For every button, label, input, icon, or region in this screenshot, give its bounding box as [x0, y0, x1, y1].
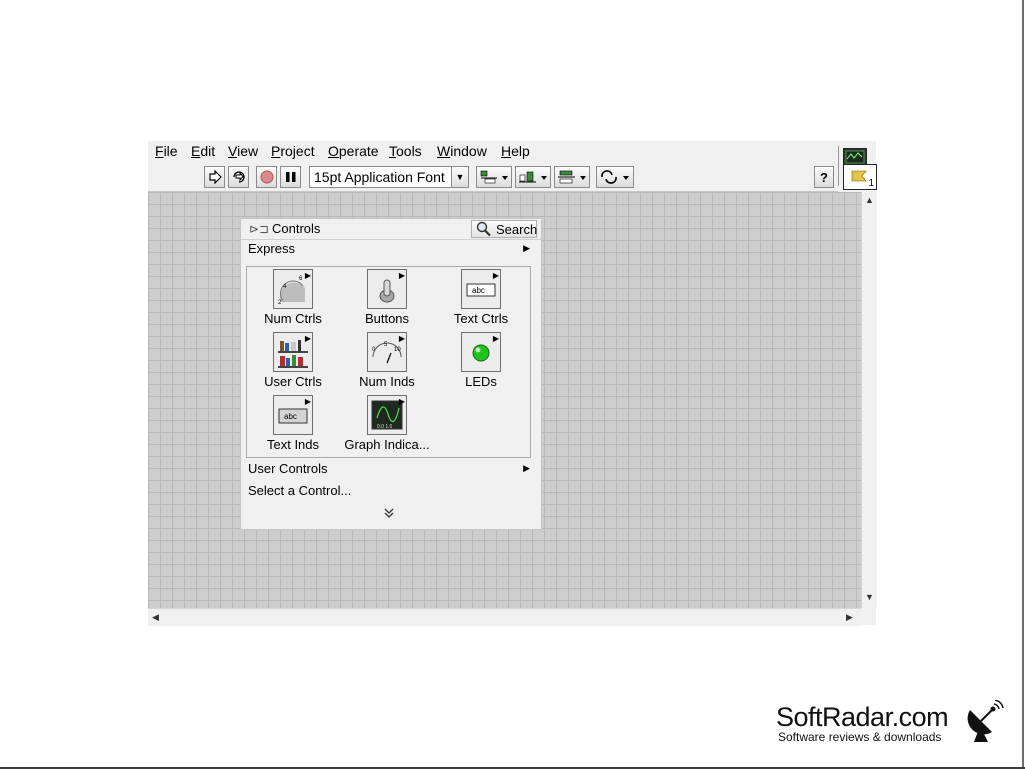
- align-icon: [479, 169, 509, 185]
- watermark-tagline: Software reviews & downloads: [778, 730, 942, 744]
- shelves-icon: ▶: [273, 332, 313, 372]
- reorder-button[interactable]: [596, 166, 634, 188]
- palette-item-num-inds[interactable]: 0 5 10 ▶ Num Inds: [341, 332, 433, 394]
- palette-item-text-inds[interactable]: abc ▶ Text Inds: [247, 395, 339, 457]
- run-continuously-button[interactable]: [228, 166, 249, 188]
- font-select-value: 15pt Application Font: [314, 169, 445, 185]
- svg-text:10: 10: [394, 347, 401, 353]
- pause-icon: [285, 171, 297, 183]
- meter-icon: 0 5 10 ▶: [367, 332, 407, 372]
- chevron-right-icon: ▶: [523, 463, 530, 473]
- connector-number: 1: [868, 178, 874, 189]
- svg-text:0.0 1.0: 0.0 1.0: [377, 424, 393, 430]
- menu-help[interactable]: Help: [501, 143, 530, 159]
- horizontal-scrollbar[interactable]: ◀ ▶: [148, 608, 861, 626]
- category-express[interactable]: Express ▶: [248, 241, 534, 256]
- run-continuously-icon: [231, 169, 247, 185]
- pin-icon[interactable]: ⊳⊐: [249, 222, 269, 236]
- scroll-right-icon[interactable]: ▶: [846, 612, 853, 623]
- toolbar: 15pt Application Font ▼ ?: [148, 163, 838, 192]
- category-user-controls[interactable]: User Controls ▶: [248, 461, 534, 476]
- submenu-arrow-icon: ▶: [304, 334, 311, 343]
- pause-button[interactable]: [280, 166, 301, 188]
- distribute-objects-button[interactable]: [515, 166, 551, 188]
- scroll-up-icon[interactable]: ▲: [865, 195, 874, 205]
- watermark-name: SoftRadar.com: [776, 702, 949, 732]
- search-label: Search: [496, 222, 538, 237]
- context-help-button[interactable]: ?: [814, 166, 834, 188]
- knob-icon: 462 ▶: [273, 269, 313, 309]
- palette-item-label: Graph Indica...: [344, 437, 430, 452]
- submenu-arrow-icon: ▶: [398, 271, 405, 280]
- satellite-dish-icon: [964, 699, 1004, 749]
- toggle-switch-icon: ▶: [367, 269, 407, 309]
- submenu-arrow-icon: ▶: [304, 271, 311, 280]
- scroll-down-icon[interactable]: ▼: [865, 592, 874, 602]
- palette-search-button[interactable]: Search: [471, 220, 537, 238]
- page-right-border: [1022, 0, 1024, 769]
- reorder-icon: [599, 169, 631, 185]
- submenu-arrow-icon: ▶: [492, 334, 499, 343]
- svg-text:abc: abc: [472, 286, 485, 295]
- abc-field-icon: abc ▶: [461, 269, 501, 309]
- menu-operate[interactable]: Operate: [328, 143, 379, 159]
- palette-item-label: LEDs: [465, 374, 497, 389]
- palette-item-label: Text Ctrls: [453, 311, 509, 326]
- submenu-arrow-icon: ▶: [492, 271, 499, 280]
- chevron-down-icon: ▼: [451, 167, 468, 187]
- green-led-icon: ▶: [461, 332, 501, 372]
- menu-bar: File Edit View Project Operate Tools Win…: [148, 141, 838, 163]
- vertical-scrollbar[interactable]: ▲ ▼: [861, 192, 877, 608]
- softradar-watermark: SoftRadar.com Software reviews & downloa…: [776, 699, 1006, 750]
- distribute-icon: [518, 169, 548, 185]
- help-icon: ?: [820, 169, 828, 185]
- vi-icon-pane: 1: [838, 146, 877, 190]
- category-user-controls-label: User Controls: [248, 461, 328, 476]
- abort-button[interactable]: [256, 166, 277, 188]
- abc-indicator-icon: abc ▶: [273, 395, 313, 435]
- submenu-arrow-icon: ▶: [398, 397, 405, 406]
- svg-text:6: 6: [299, 276, 303, 282]
- palette-item-buttons[interactable]: ▶ Buttons: [341, 269, 433, 331]
- palette-item-label: Text Inds: [266, 437, 320, 452]
- palette-title: Controls: [272, 221, 321, 236]
- category-express-label: Express: [248, 241, 295, 256]
- abort-icon: [260, 170, 274, 184]
- palette-item-label: Num Inds: [359, 374, 415, 389]
- palette-item-graph-indicators[interactable]: 0.0 1.0 ▶ Graph Indica...: [341, 395, 433, 457]
- palette-item-num-ctrls[interactable]: 462 ▶ Num Ctrls: [247, 269, 339, 331]
- run-arrow-icon: [208, 170, 222, 184]
- align-objects-button[interactable]: [476, 166, 512, 188]
- palette-title-bar: ⊳⊐ Controls Search: [241, 219, 541, 240]
- palette-item-label: Buttons: [364, 311, 410, 326]
- palette-item-leds[interactable]: ▶ LEDs: [435, 332, 527, 394]
- menu-file[interactable]: File: [155, 143, 178, 159]
- controls-palette: ⊳⊐ Controls Search Express ▶ 462 ▶ Num C…: [240, 218, 542, 530]
- express-controls-grid: 462 ▶ Num Ctrls ▶ Buttons abc ▶ Text Ctr…: [246, 266, 531, 458]
- resize-icon: [557, 169, 587, 185]
- menu-project[interactable]: Project: [271, 143, 315, 159]
- palette-item-label: Num Ctrls: [264, 311, 322, 326]
- chevron-right-icon: ▶: [523, 243, 530, 253]
- menu-view[interactable]: View: [228, 143, 258, 159]
- select-a-control-item[interactable]: Select a Control...: [248, 483, 351, 498]
- menu-window[interactable]: Window: [437, 143, 487, 159]
- search-icon: [475, 221, 493, 240]
- resize-objects-button[interactable]: [554, 166, 590, 188]
- palette-item-text-ctrls[interactable]: abc ▶ Text Ctrls: [435, 269, 527, 331]
- scroll-left-icon[interactable]: ◀: [152, 612, 159, 623]
- palette-item-label: User Ctrls: [264, 374, 322, 389]
- menu-edit[interactable]: Edit: [191, 143, 215, 159]
- run-button[interactable]: [204, 166, 225, 188]
- menu-tools[interactable]: Tools: [389, 143, 422, 159]
- submenu-arrow-icon: ▶: [398, 334, 405, 343]
- block-diagram-window: File Edit View Project Operate Tools Win…: [148, 141, 877, 626]
- submenu-arrow-icon: ▶: [304, 397, 311, 406]
- connector-pane[interactable]: 1: [843, 164, 877, 190]
- graph-icon: 0.0 1.0 ▶: [367, 395, 407, 435]
- expand-palette-icon[interactable]: [383, 507, 395, 522]
- svg-text:abc: abc: [284, 412, 297, 421]
- font-select[interactable]: 15pt Application Font ▼: [309, 166, 469, 188]
- palette-item-user-ctrls[interactable]: ▶ User Ctrls: [247, 332, 339, 394]
